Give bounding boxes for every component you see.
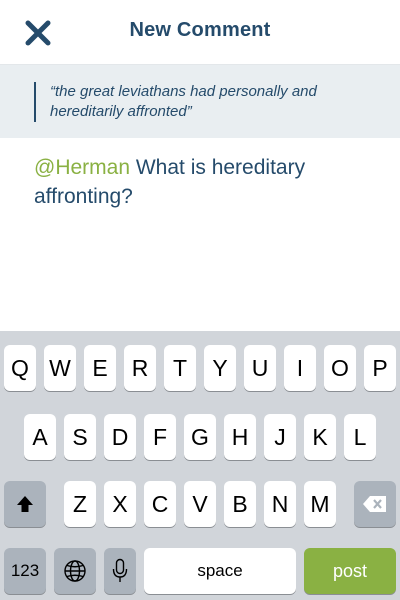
globe-key[interactable]	[54, 548, 96, 594]
key-b[interactable]: B	[224, 481, 256, 527]
close-icon	[25, 20, 51, 46]
key-c[interactable]: C	[144, 481, 176, 527]
shift-up-arrow-icon	[17, 496, 33, 512]
shift-key[interactable]	[4, 481, 46, 527]
numbers-key[interactable]: 123	[4, 548, 46, 594]
header: New Comment	[0, 0, 400, 65]
page-title: New Comment	[129, 19, 271, 41]
key-m[interactable]: M	[304, 481, 336, 527]
globe-icon	[64, 560, 86, 582]
key-o[interactable]: O	[324, 345, 356, 391]
key-e[interactable]: E	[84, 345, 116, 391]
mic-key[interactable]	[104, 548, 136, 594]
key-x[interactable]: X	[104, 481, 136, 527]
quote-rule	[34, 82, 36, 122]
key-j[interactable]: J	[264, 414, 296, 460]
comment-input[interactable]: @Herman What is hereditary affronting?	[34, 153, 374, 211]
key-p[interactable]: P	[364, 345, 396, 391]
key-i[interactable]: I	[284, 345, 316, 391]
key-h[interactable]: H	[224, 414, 256, 460]
key-l[interactable]: L	[344, 414, 376, 460]
backspace-icon	[363, 496, 386, 512]
delete-key[interactable]	[354, 481, 396, 527]
post-button[interactable]: post	[304, 548, 396, 594]
key-k[interactable]: K	[304, 414, 336, 460]
key-u[interactable]: U	[244, 345, 276, 391]
keyboard: Q W E R T Y U I O P A S D F G H J K L Z …	[0, 331, 400, 600]
space-key[interactable]: space	[144, 548, 296, 594]
key-f[interactable]: F	[144, 414, 176, 460]
quote-text: “the great leviathans had personally and…	[50, 83, 317, 120]
close-button[interactable]	[22, 18, 54, 48]
key-a[interactable]: A	[24, 414, 56, 460]
key-g[interactable]: G	[184, 414, 216, 460]
quoted-passage: “the great leviathans had personally and…	[0, 65, 400, 138]
microphone-icon	[112, 558, 128, 582]
mention-tag: @Herman	[34, 156, 131, 179]
key-v[interactable]: V	[184, 481, 216, 527]
key-n[interactable]: N	[264, 481, 296, 527]
key-s[interactable]: S	[64, 414, 96, 460]
key-d[interactable]: D	[104, 414, 136, 460]
key-z[interactable]: Z	[64, 481, 96, 527]
key-q[interactable]: Q	[4, 345, 36, 391]
key-y[interactable]: Y	[204, 345, 236, 391]
key-w[interactable]: W	[44, 345, 76, 391]
key-r[interactable]: R	[124, 345, 156, 391]
key-t[interactable]: T	[164, 345, 196, 391]
